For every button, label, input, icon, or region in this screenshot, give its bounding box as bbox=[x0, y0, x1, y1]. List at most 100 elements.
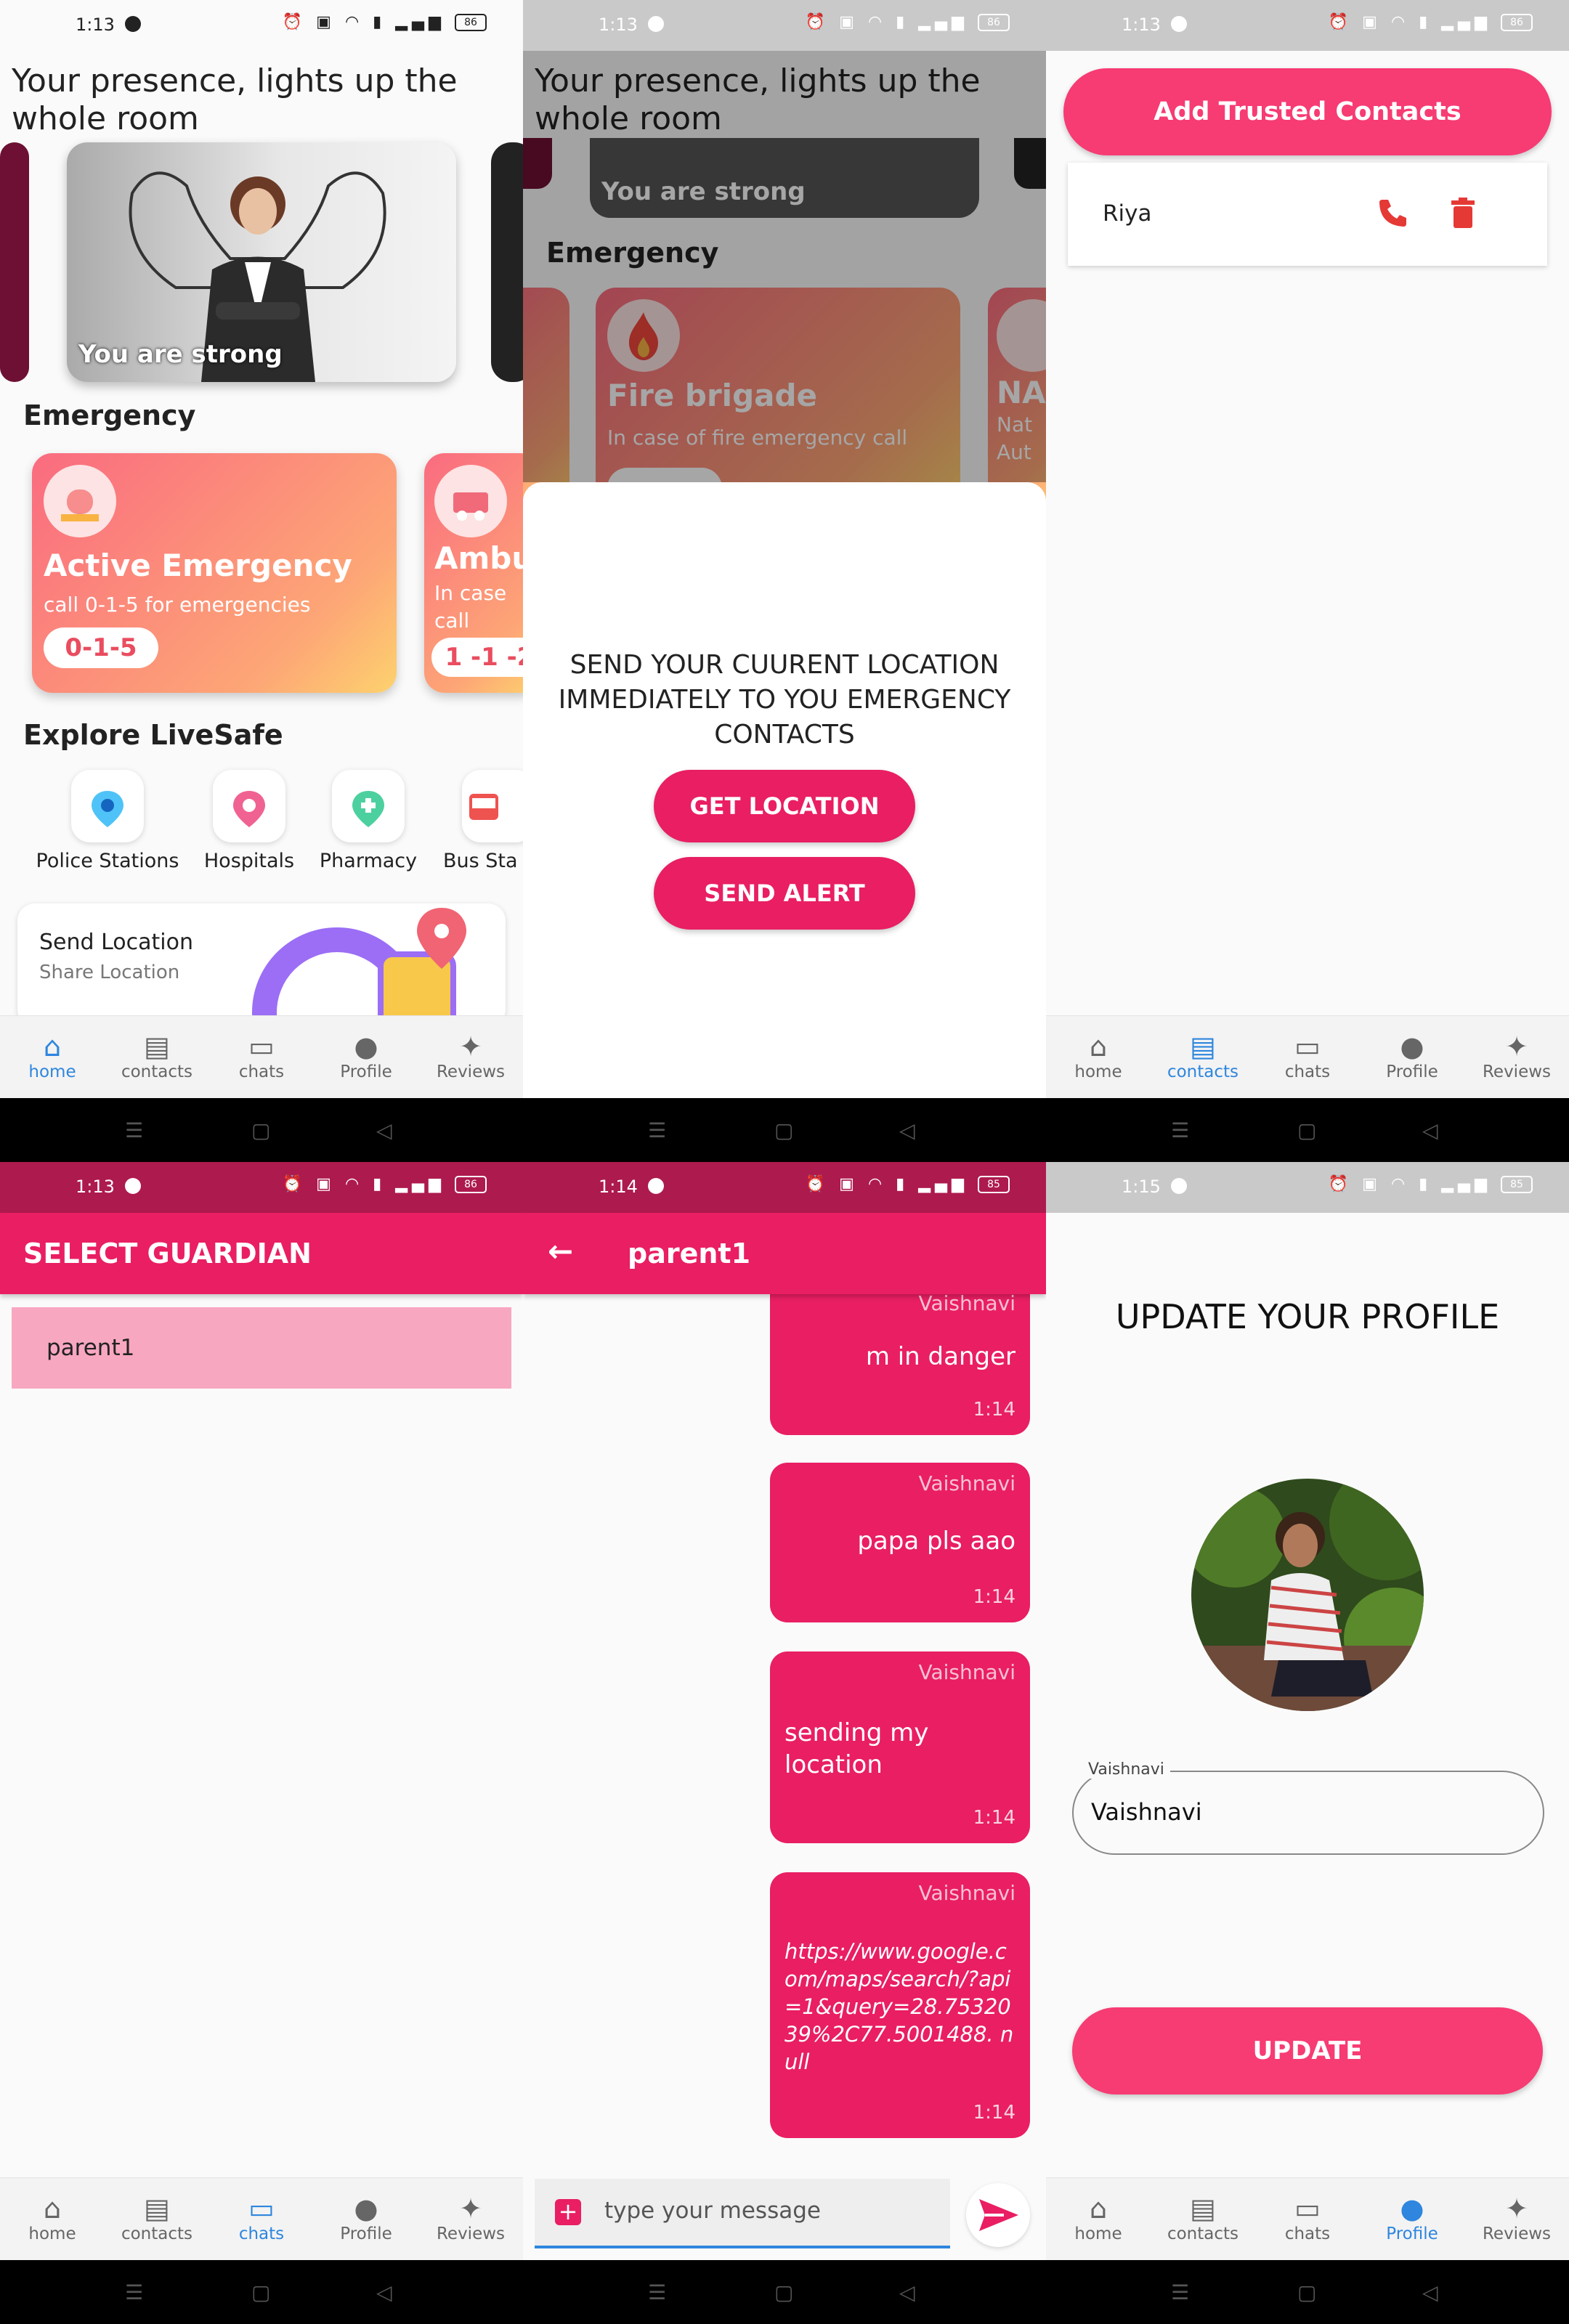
nav-label: Profile bbox=[340, 2225, 392, 2243]
message-time: 1:14 bbox=[973, 2102, 1015, 2124]
square-icon[interactable]: ▢ bbox=[251, 1118, 270, 1142]
name-field[interactable]: Vaishnavi Vaishnavi bbox=[1072, 1760, 1544, 1855]
card-subtitle-2: call bbox=[434, 609, 470, 633]
explore-police-stations[interactable]: Police Stations bbox=[35, 770, 180, 872]
back-triangle-icon[interactable]: ◁ bbox=[899, 1118, 915, 1142]
message-sender: Vaishnavi bbox=[918, 1471, 1015, 1495]
nav-profile[interactable]: ● Profile bbox=[314, 2178, 418, 2260]
square-icon[interactable]: ▢ bbox=[774, 1118, 793, 1142]
message-link[interactable]: https://www.google.com/maps/search/?api=… bbox=[784, 1938, 1015, 2076]
contacts-icon: ▤ bbox=[1190, 1031, 1216, 1063]
menu-icon[interactable]: ☰ bbox=[1171, 2280, 1189, 2304]
status-time: 1:13 bbox=[76, 1177, 115, 1197]
home-icon: ⌂ bbox=[43, 2193, 62, 2225]
guardian-item[interactable]: parent1 bbox=[12, 1307, 511, 1389]
nav-contacts[interactable]: ▤ contacts bbox=[105, 2178, 209, 2260]
message-bubble[interactable]: Vaishnavi https://www.google.com/maps/se… bbox=[770, 1872, 1030, 2138]
back-triangle-icon[interactable]: ◁ bbox=[1422, 1118, 1438, 1142]
nav-label: contacts bbox=[1167, 1063, 1239, 1081]
nav-chats[interactable]: ▭ chats bbox=[1255, 1016, 1360, 1098]
square-icon[interactable]: ▢ bbox=[1297, 1118, 1316, 1142]
ambulance-card[interactable]: Ambu In case call 1 -1 -2 bbox=[424, 453, 523, 693]
nav-reviews[interactable]: ✦ Reviews bbox=[418, 1016, 523, 1098]
nav-home[interactable]: ⌂ home bbox=[0, 1016, 105, 1098]
carousel-card-prev[interactable] bbox=[0, 142, 29, 382]
back-triangle-icon[interactable]: ◁ bbox=[899, 2280, 915, 2304]
emergency-title: Emergency bbox=[23, 399, 196, 431]
nav-reviews[interactable]: ✦ Reviews bbox=[1464, 2178, 1569, 2260]
home-icon: ⌂ bbox=[1089, 2193, 1108, 2225]
name-field-label: Vaishnavi bbox=[1082, 1760, 1170, 1779]
nav-contacts[interactable]: ▤ contacts bbox=[105, 1016, 209, 1098]
delete-icon[interactable] bbox=[1448, 196, 1477, 229]
message-bubble[interactable]: Vaishnavi sending my location 1:14 bbox=[770, 1651, 1030, 1843]
status-time: 1:14 bbox=[599, 1177, 638, 1197]
nav-reviews[interactable]: ✦ Reviews bbox=[1464, 1016, 1569, 1098]
menu-icon[interactable]: ☰ bbox=[125, 1118, 143, 1142]
nav-profile[interactable]: ● Profile bbox=[314, 1016, 418, 1098]
back-triangle-icon[interactable]: ◁ bbox=[376, 1118, 392, 1142]
app-bar: SELECT GUARDIAN bbox=[0, 1213, 523, 1294]
guardian-name: parent1 bbox=[46, 1335, 135, 1361]
app-bar: ← parent1 bbox=[523, 1213, 1046, 1294]
nav-chats[interactable]: ▭ chats bbox=[1255, 2178, 1360, 2260]
battery-icon: 86 bbox=[978, 14, 1010, 31]
explore-bus-stations[interactable]: Bus Sta bbox=[440, 770, 523, 872]
add-attachment-icon[interactable]: + bbox=[555, 2199, 581, 2225]
menu-icon[interactable]: ☰ bbox=[125, 2280, 143, 2304]
menu-icon[interactable]: ☰ bbox=[648, 1118, 666, 1142]
home-icon: ⌂ bbox=[1089, 1031, 1108, 1063]
message-time: 1:14 bbox=[973, 1399, 1015, 1421]
nav-label: Reviews bbox=[1482, 2225, 1552, 2243]
message-input[interactable]: + type your message bbox=[535, 2179, 950, 2248]
chat-title: parent1 bbox=[628, 1238, 751, 1269]
active-emergency-card[interactable]: Active Emergency call 0-1-5 for emergenc… bbox=[32, 453, 397, 693]
nav-chats[interactable]: ▭ chats bbox=[209, 1016, 314, 1098]
carousel-card-next[interactable] bbox=[491, 142, 523, 382]
nav-contacts[interactable]: ▤ contacts bbox=[1151, 2178, 1255, 2260]
explore-hospitals[interactable]: Hospitals bbox=[195, 770, 304, 872]
send-alert-button[interactable]: SEND ALERT bbox=[654, 857, 915, 930]
square-icon[interactable]: ▢ bbox=[251, 2280, 270, 2304]
nav-home[interactable]: ⌂ home bbox=[1046, 2178, 1151, 2260]
nav-profile[interactable]: ● Profile bbox=[1360, 1016, 1464, 1098]
nav-label: chats bbox=[238, 2225, 285, 2243]
status-icons: ⏰ ▣ ◠ ▮ ▂▄▆ 85 bbox=[1329, 1175, 1533, 1193]
nav-reviews[interactable]: ✦ Reviews bbox=[418, 2178, 523, 2260]
notification-dot bbox=[1171, 1178, 1187, 1194]
nav-home[interactable]: ⌂ home bbox=[1046, 1016, 1151, 1098]
nav-profile[interactable]: ● Profile bbox=[1360, 2178, 1464, 2260]
back-arrow-icon[interactable]: ← bbox=[548, 1233, 573, 1269]
explore-pharmacy[interactable]: Pharmacy bbox=[314, 770, 423, 872]
emergency-number-pill[interactable]: 0-1-5 bbox=[44, 627, 158, 668]
get-location-button[interactable]: GET LOCATION bbox=[654, 770, 915, 842]
explore-label: Bus Sta bbox=[443, 850, 518, 872]
name-field-value: Vaishnavi bbox=[1091, 1798, 1202, 1826]
nav-home[interactable]: ⌂ home bbox=[0, 2178, 105, 2260]
add-trusted-contacts-button[interactable]: Add Trusted Contacts bbox=[1063, 68, 1552, 155]
nav-chats[interactable]: ▭ chats bbox=[209, 2178, 314, 2260]
menu-icon[interactable]: ☰ bbox=[1171, 1118, 1189, 1142]
send-button[interactable] bbox=[966, 2183, 1030, 2247]
message-bubble[interactable]: Vaishnavi papa pls aao 1:14 bbox=[770, 1463, 1030, 1622]
menu-icon[interactable]: ☰ bbox=[648, 2280, 666, 2304]
status-bar: 1:13 ⏰ ▣ ◠ ▮ ▂▄▆ 86 bbox=[0, 1162, 523, 1213]
contact-card[interactable]: Riya bbox=[1068, 163, 1547, 266]
scrim-overlay[interactable] bbox=[523, 0, 1046, 482]
status-icons: ⏰ ▣ ◠ ▮ ▂▄▆ 86 bbox=[283, 13, 487, 31]
ambulance-number-pill[interactable]: 1 -1 -2 bbox=[431, 638, 523, 677]
nav-contacts[interactable]: ▤ contacts bbox=[1151, 1016, 1255, 1098]
nav-label: chats bbox=[1284, 2225, 1331, 2243]
carousel-card-strong[interactable]: You are strong bbox=[67, 142, 456, 382]
send-location-card[interactable]: Send Location Share Location bbox=[17, 903, 506, 1027]
phone-icon[interactable] bbox=[1376, 196, 1409, 229]
update-button[interactable]: UPDATE bbox=[1072, 2007, 1543, 2095]
square-icon[interactable]: ▢ bbox=[774, 2280, 793, 2304]
system-nav-bar: ☰ ▢ ◁ ☰ ▢ ◁ ☰ ▢ ◁ bbox=[0, 1098, 1569, 1162]
back-triangle-icon[interactable]: ◁ bbox=[376, 2280, 392, 2304]
back-triangle-icon[interactable]: ◁ bbox=[1422, 2280, 1438, 2304]
profile-avatar[interactable] bbox=[1191, 1479, 1424, 1711]
message-bubble[interactable]: Vaishnavi m in danger 1:14 bbox=[770, 1291, 1030, 1435]
square-icon[interactable]: ▢ bbox=[1297, 2280, 1316, 2304]
nav-label: contacts bbox=[1167, 2225, 1239, 2243]
